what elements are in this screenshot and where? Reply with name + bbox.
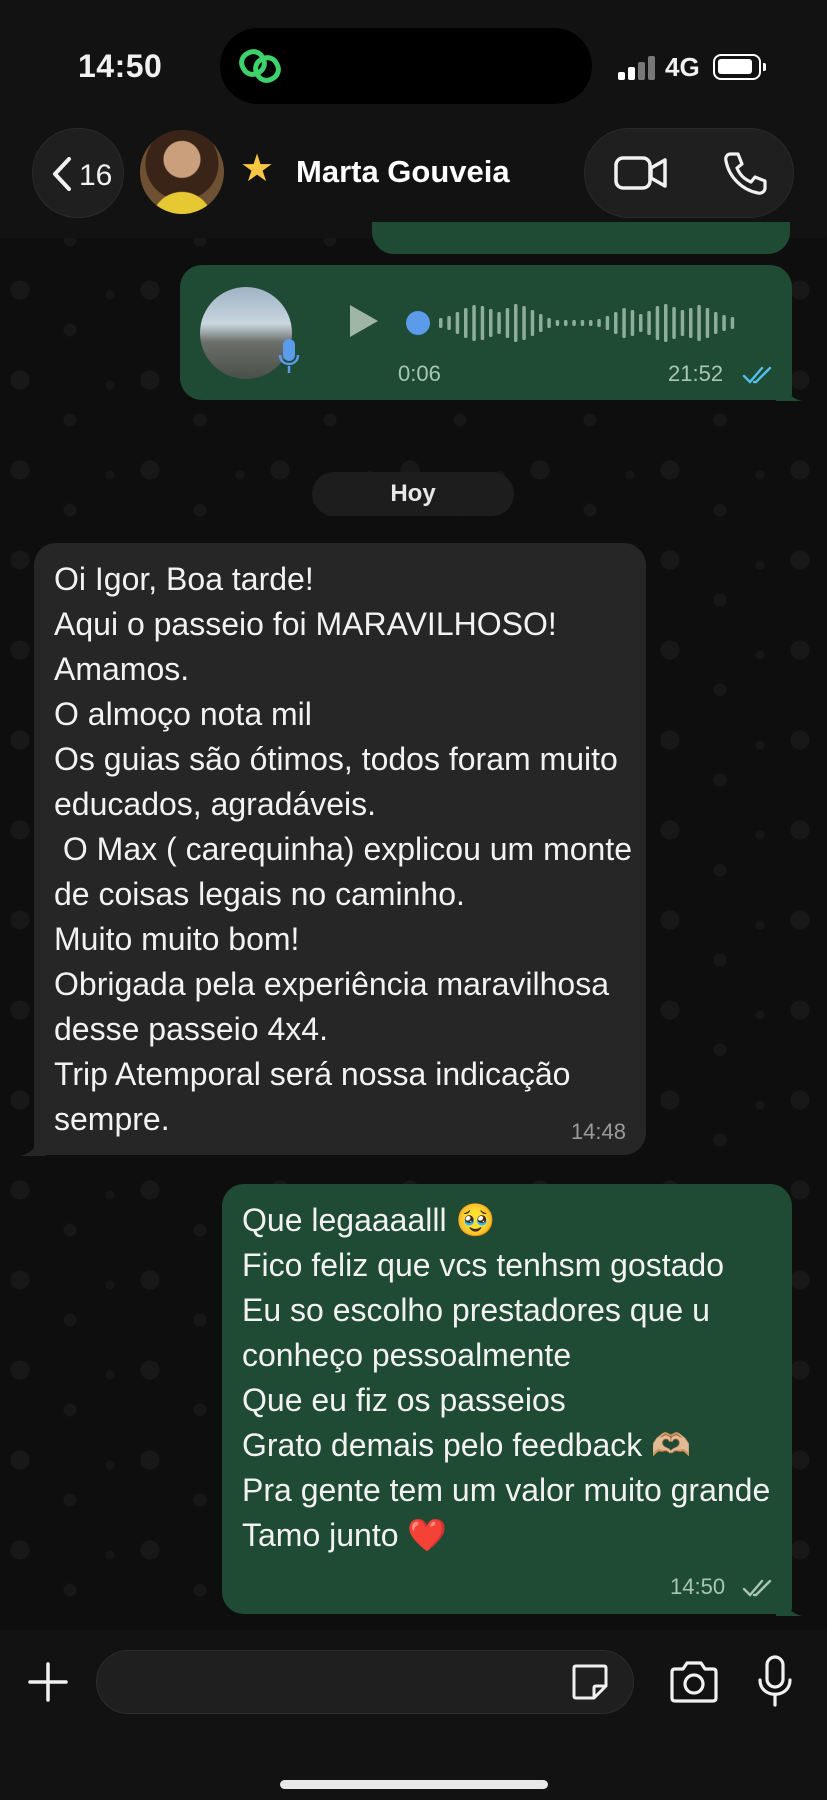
chat-header: 16 ★ Marta Gouveia bbox=[0, 118, 827, 238]
back-chevron-icon bbox=[53, 157, 71, 191]
video-call-icon[interactable] bbox=[613, 153, 669, 193]
waveform-bar bbox=[547, 318, 551, 328]
waveform-bar bbox=[514, 304, 518, 342]
waveform-bar bbox=[522, 306, 526, 340]
play-icon[interactable] bbox=[342, 301, 382, 341]
bubble-tail bbox=[776, 383, 802, 401]
waveform-bar bbox=[655, 306, 660, 340]
waveform-bar bbox=[689, 308, 693, 338]
waveform-bar bbox=[480, 306, 485, 340]
waveform-bar bbox=[630, 310, 635, 336]
sticker-icon[interactable] bbox=[570, 1662, 610, 1702]
waveform-bar bbox=[505, 308, 510, 338]
waveform-bar bbox=[555, 320, 560, 326]
waveform-bar bbox=[447, 316, 451, 330]
waveform-bar bbox=[639, 314, 643, 332]
message-time: 21:52 bbox=[668, 361, 724, 386]
date-divider: Hoy bbox=[312, 472, 514, 516]
plus-icon[interactable] bbox=[26, 1660, 70, 1704]
message-input[interactable] bbox=[96, 1650, 634, 1714]
composer-bar bbox=[0, 1630, 827, 1800]
waveform-bar bbox=[672, 307, 676, 339]
waveform-bar bbox=[564, 320, 568, 326]
status-bar: 14:50 4G bbox=[0, 0, 827, 118]
message-time: 14:50 bbox=[670, 1574, 726, 1599]
waveform-bar bbox=[730, 317, 735, 329]
waveform-bar bbox=[697, 305, 701, 341]
unread-count: 16 bbox=[79, 159, 113, 192]
phone-call-icon[interactable] bbox=[721, 149, 769, 197]
waveform-bar bbox=[455, 312, 460, 334]
message-text: Que legaaaalll 🥹 Fico feliz que vcs tenh… bbox=[242, 1202, 771, 1553]
waveform-bar bbox=[589, 320, 593, 326]
waveform-bar bbox=[489, 309, 493, 337]
call-actions bbox=[584, 128, 794, 218]
waveform-bar bbox=[714, 312, 718, 334]
signal-icon bbox=[618, 56, 658, 80]
bubble-tail bbox=[776, 1598, 802, 1616]
battery-icon bbox=[713, 54, 766, 80]
mic-icon[interactable] bbox=[757, 1654, 793, 1708]
waveform-bar bbox=[605, 316, 610, 330]
waveform-bar bbox=[647, 311, 651, 335]
message-text: Oi Igor, Boa tarde! Aqui o passeio foi M… bbox=[54, 561, 633, 1137]
voice-message[interactable]: 0:06 21:52 bbox=[180, 265, 792, 400]
waveform-bar bbox=[722, 315, 726, 331]
camera-icon[interactable] bbox=[668, 1660, 720, 1704]
waveform-bar bbox=[614, 312, 618, 334]
mic-icon bbox=[278, 339, 300, 373]
waveform-bar bbox=[597, 319, 601, 327]
status-time: 14:50 bbox=[78, 48, 163, 84]
waveform-bar bbox=[439, 318, 443, 328]
message-time: 14:48 bbox=[570, 1119, 626, 1144]
waveform-bar bbox=[464, 308, 468, 338]
waveform-bar bbox=[539, 314, 543, 332]
back-button[interactable]: 16 bbox=[32, 128, 124, 218]
star-icon: ★ bbox=[240, 148, 275, 190]
waveform-bar bbox=[572, 320, 576, 326]
waveform-bar bbox=[472, 305, 476, 341]
outgoing-message[interactable]: Que legaaaalll 🥹 Fico feliz que vcs tenh… bbox=[222, 1184, 792, 1614]
read-ticks-icon bbox=[742, 366, 772, 384]
waveform-bar bbox=[664, 304, 668, 342]
waveform-bar bbox=[530, 310, 535, 336]
contact-avatar[interactable] bbox=[140, 130, 224, 214]
delivered-ticks-icon bbox=[742, 1579, 772, 1597]
waveform-bar bbox=[622, 308, 626, 338]
waveform-bar bbox=[580, 320, 585, 326]
voice-duration: 0:06 bbox=[398, 361, 441, 386]
waveform-bar bbox=[705, 308, 710, 338]
home-indicator bbox=[280, 1780, 548, 1789]
playback-scrubber[interactable] bbox=[406, 311, 430, 335]
previous-message-fragment bbox=[372, 222, 790, 254]
waveform-bar bbox=[497, 312, 501, 334]
waveform-bar bbox=[680, 310, 685, 336]
link-activity-icon bbox=[239, 49, 281, 83]
contact-name[interactable]: Marta Gouveia bbox=[296, 154, 510, 190]
dynamic-island bbox=[220, 28, 592, 104]
voice-waveform[interactable] bbox=[438, 299, 738, 347]
incoming-message[interactable]: Oi Igor, Boa tarde! Aqui o passeio foi M… bbox=[34, 543, 646, 1155]
network-type: 4G bbox=[665, 52, 700, 82]
bubble-tail bbox=[20, 1138, 46, 1156]
